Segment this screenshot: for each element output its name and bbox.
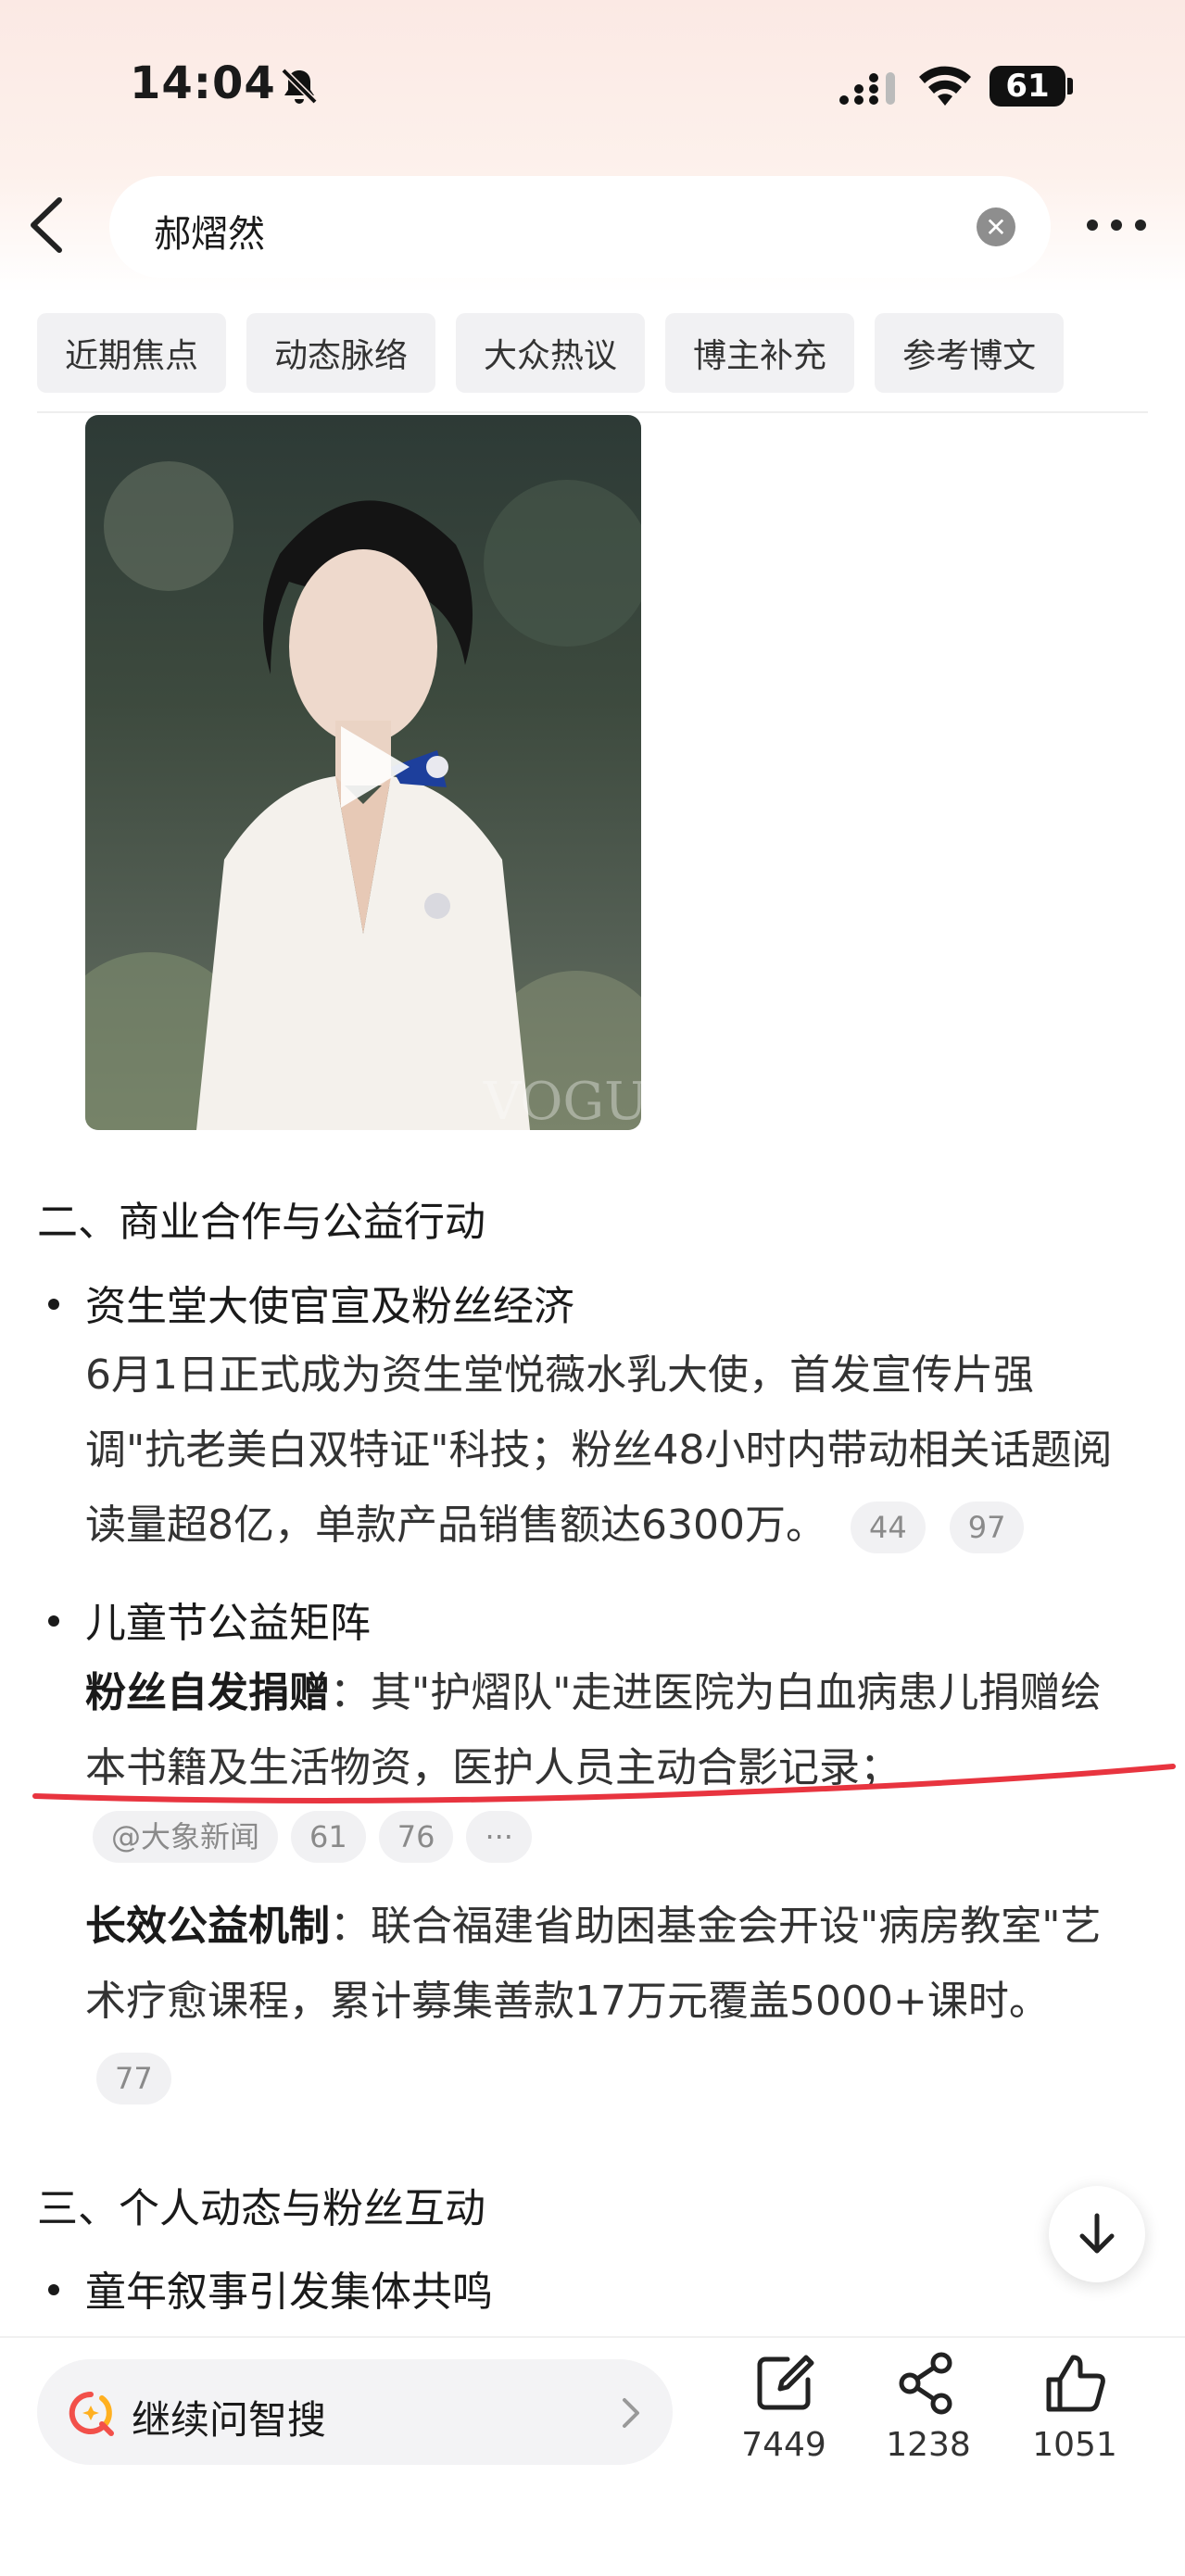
bullet-dot: [48, 1299, 59, 1310]
share-count: 1238: [886, 2426, 971, 2464]
ask-ai-search-label: 继续问智搜: [132, 2397, 327, 2443]
citation-pill[interactable]: 97: [949, 1502, 1025, 1553]
bell-off-icon: [281, 68, 318, 105]
item-title-shiseido: 资生堂大使官宣及粉丝经济: [85, 1283, 574, 1330]
section-heading-personal: 三、个人动态与粉丝互动: [37, 2185, 485, 2232]
bullet-dot: [48, 2284, 59, 2295]
section-heading-business: 二、商业合作与公益行动: [37, 1199, 485, 1246]
share-icon: [899, 2352, 952, 2415]
edit-icon: [757, 2355, 814, 2410]
source-pill[interactable]: @大象新闻: [93, 1811, 279, 1863]
tab-reference-posts[interactable]: 参考博文: [875, 313, 1065, 393]
long-term-charity-label: 长效公益机制: [85, 1903, 330, 1950]
item-text-long-term-charity: 长效公益机制：联合福建省助困基金会开设"病房教室"艺术疗愈课程，累计募集善款17…: [85, 1889, 1132, 2114]
scroll-down-button[interactable]: [1049, 2186, 1145, 2282]
bullet-dot: [48, 1615, 59, 1627]
clear-search-icon[interactable]: ✕: [977, 207, 1015, 246]
more-citations-pill[interactable]: ···: [466, 1811, 532, 1863]
citation-pill[interactable]: 77: [96, 2053, 171, 2105]
edit-post-button[interactable]: 7449: [719, 2350, 849, 2464]
share-button[interactable]: 1238: [864, 2350, 993, 2464]
search-input[interactable]: 郝熠然 ✕: [109, 176, 1051, 278]
status-time: 14:04: [130, 57, 276, 109]
wifi-icon: [919, 66, 971, 106]
item-text-shiseido: 6月1日正式成为资生堂悦薇水乳大使，首发宣传片强调"抗老美白双特证"科技；粉丝4…: [85, 1338, 1132, 1563]
citation-pill[interactable]: 76: [378, 1811, 454, 1863]
citation-pill[interactable]: 61: [291, 1811, 366, 1863]
cellular-signal-icon: [839, 72, 895, 105]
edit-count: 7449: [741, 2426, 826, 2464]
more-options-icon[interactable]: [1084, 211, 1149, 239]
tab-recent-focus[interactable]: 近期焦点: [37, 313, 227, 393]
citation-row: @大象新闻 61 76 ···: [93, 1811, 532, 1863]
video-watermark: VOGUE: [483, 1072, 641, 1130]
tab-blogger-supplement[interactable]: 博主补充: [665, 313, 855, 393]
chevron-right-icon: [623, 2398, 639, 2428]
handwritten-underline: [32, 1764, 1176, 1803]
arrow-down-icon: [1079, 2213, 1115, 2254]
battery-indicator: 61: [990, 66, 1065, 107]
play-icon[interactable]: [334, 721, 413, 813]
fan-donation-label: 粉丝自发捐赠: [85, 1669, 330, 1716]
tabs-divider: [37, 411, 1148, 413]
item-title-childhood: 童年叙事引发集体共鸣: [85, 2268, 493, 2316]
item-title-childrens-day: 儿童节公益矩阵: [85, 1600, 371, 1647]
thumbs-up-icon: [1046, 2355, 1105, 2412]
ask-ai-search-button[interactable]: 继续问智搜: [37, 2359, 673, 2465]
video-thumbnail[interactable]: VOGUE: [85, 415, 641, 1130]
ai-search-icon: [69, 2391, 114, 2436]
like-button[interactable]: 1051: [1010, 2350, 1140, 2464]
tab-timeline[interactable]: 动态脉络: [246, 313, 436, 393]
back-arrow-icon[interactable]: [22, 195, 69, 256]
battery-cap: [1067, 78, 1073, 94]
tab-public-discussion[interactable]: 大众热议: [456, 313, 646, 393]
citation-pill[interactable]: 44: [850, 1502, 926, 1553]
like-count: 1051: [1032, 2426, 1117, 2464]
search-query-text: 郝熠然: [154, 213, 265, 256]
topic-tabs: 近期焦点 动态脉络 大众热议 博主补充 参考博文: [37, 313, 1065, 393]
